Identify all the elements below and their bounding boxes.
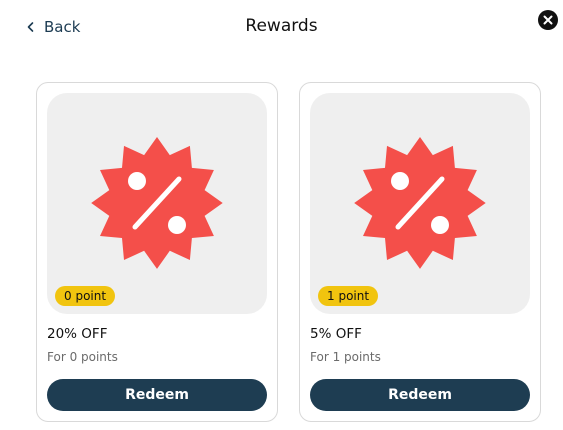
rewards-list: 0 point 20% OFF For 0 points Redeem 1 po… bbox=[36, 82, 541, 422]
reward-cost: For 1 points bbox=[310, 350, 381, 364]
reward-card: 0 point 20% OFF For 0 points Redeem bbox=[36, 82, 278, 422]
redeem-button[interactable]: Redeem bbox=[310, 379, 530, 411]
points-badge: 1 point bbox=[318, 286, 379, 306]
rewards-page: Back Rewards 0 point 20% OFF For 0 point… bbox=[0, 0, 563, 430]
page-title: Rewards bbox=[245, 16, 318, 36]
points-badge: 0 point bbox=[55, 286, 116, 306]
reward-card: 1 point 5% OFF For 1 points Redeem bbox=[299, 82, 541, 422]
reward-image: 1 point bbox=[310, 93, 530, 314]
discount-badge-icon bbox=[354, 137, 486, 269]
redeem-button[interactable]: Redeem bbox=[47, 379, 267, 411]
close-icon bbox=[543, 15, 553, 25]
reward-title: 20% OFF bbox=[47, 326, 108, 342]
close-button[interactable] bbox=[538, 10, 558, 30]
reward-title: 5% OFF bbox=[310, 326, 362, 342]
reward-cost: For 0 points bbox=[47, 350, 118, 364]
discount-badge-icon bbox=[91, 137, 223, 269]
reward-image: 0 point bbox=[47, 93, 267, 314]
